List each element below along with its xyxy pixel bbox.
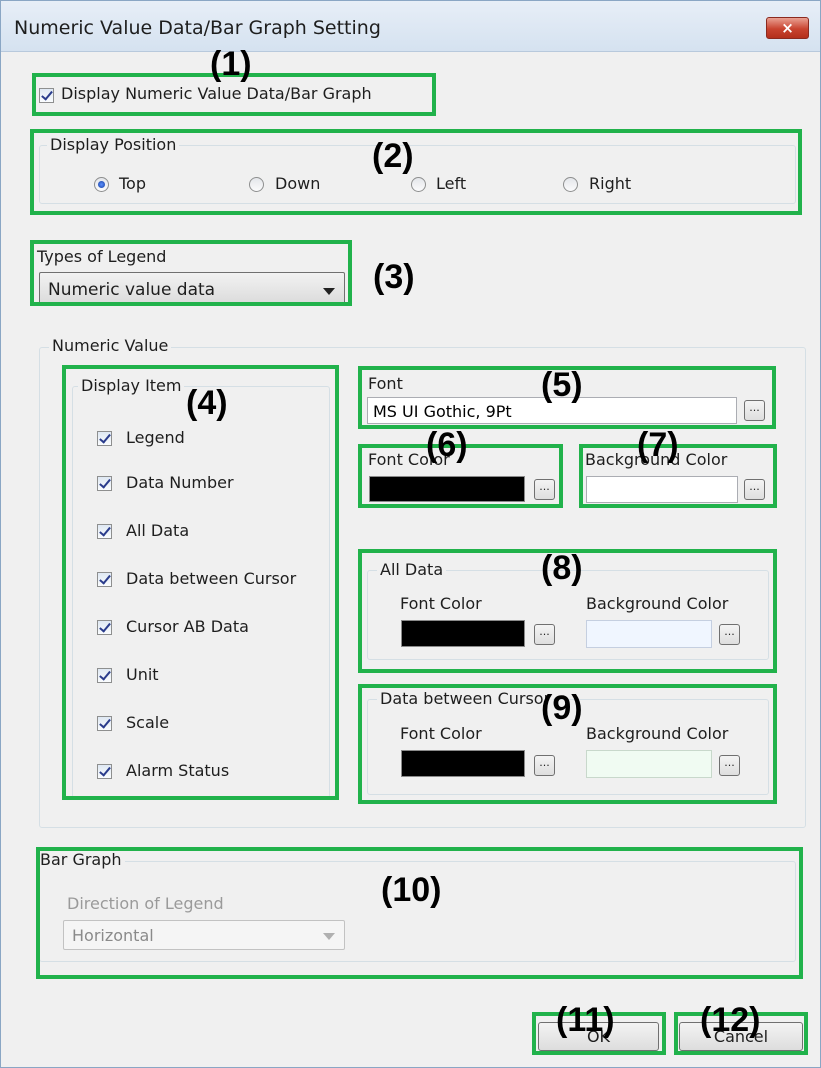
annotation-11: (11) — [556, 1001, 615, 1039]
annotation-10: (10) — [381, 871, 442, 909]
annotation-4: (4) — [186, 384, 228, 422]
window-title: Numeric Value Data/Bar Graph Setting — [14, 17, 381, 39]
numeric-value-title: Numeric Value — [49, 336, 172, 355]
annotation-3: (3) — [373, 258, 415, 296]
close-button[interactable]: × — [766, 17, 809, 39]
dialog-window: Numeric Value Data/Bar Graph Setting × D… — [0, 0, 821, 1068]
annotation-8: (8) — [541, 549, 583, 587]
highlight-box-3 — [30, 240, 352, 306]
highlight-box-4 — [62, 365, 339, 800]
annotation-9: (9) — [541, 689, 583, 727]
annotation-5: (5) — [541, 366, 583, 404]
title-bar[interactable]: Numeric Value Data/Bar Graph Setting × — [1, 1, 820, 52]
annotation-12: (12) — [700, 1001, 761, 1039]
annotation-1: (1) — [210, 45, 252, 83]
annotation-6: (6) — [426, 426, 468, 464]
annotation-7: (7) — [637, 426, 679, 464]
annotation-2: (2) — [372, 137, 414, 175]
highlight-box-10 — [36, 847, 803, 979]
highlight-box-2 — [30, 129, 802, 215]
